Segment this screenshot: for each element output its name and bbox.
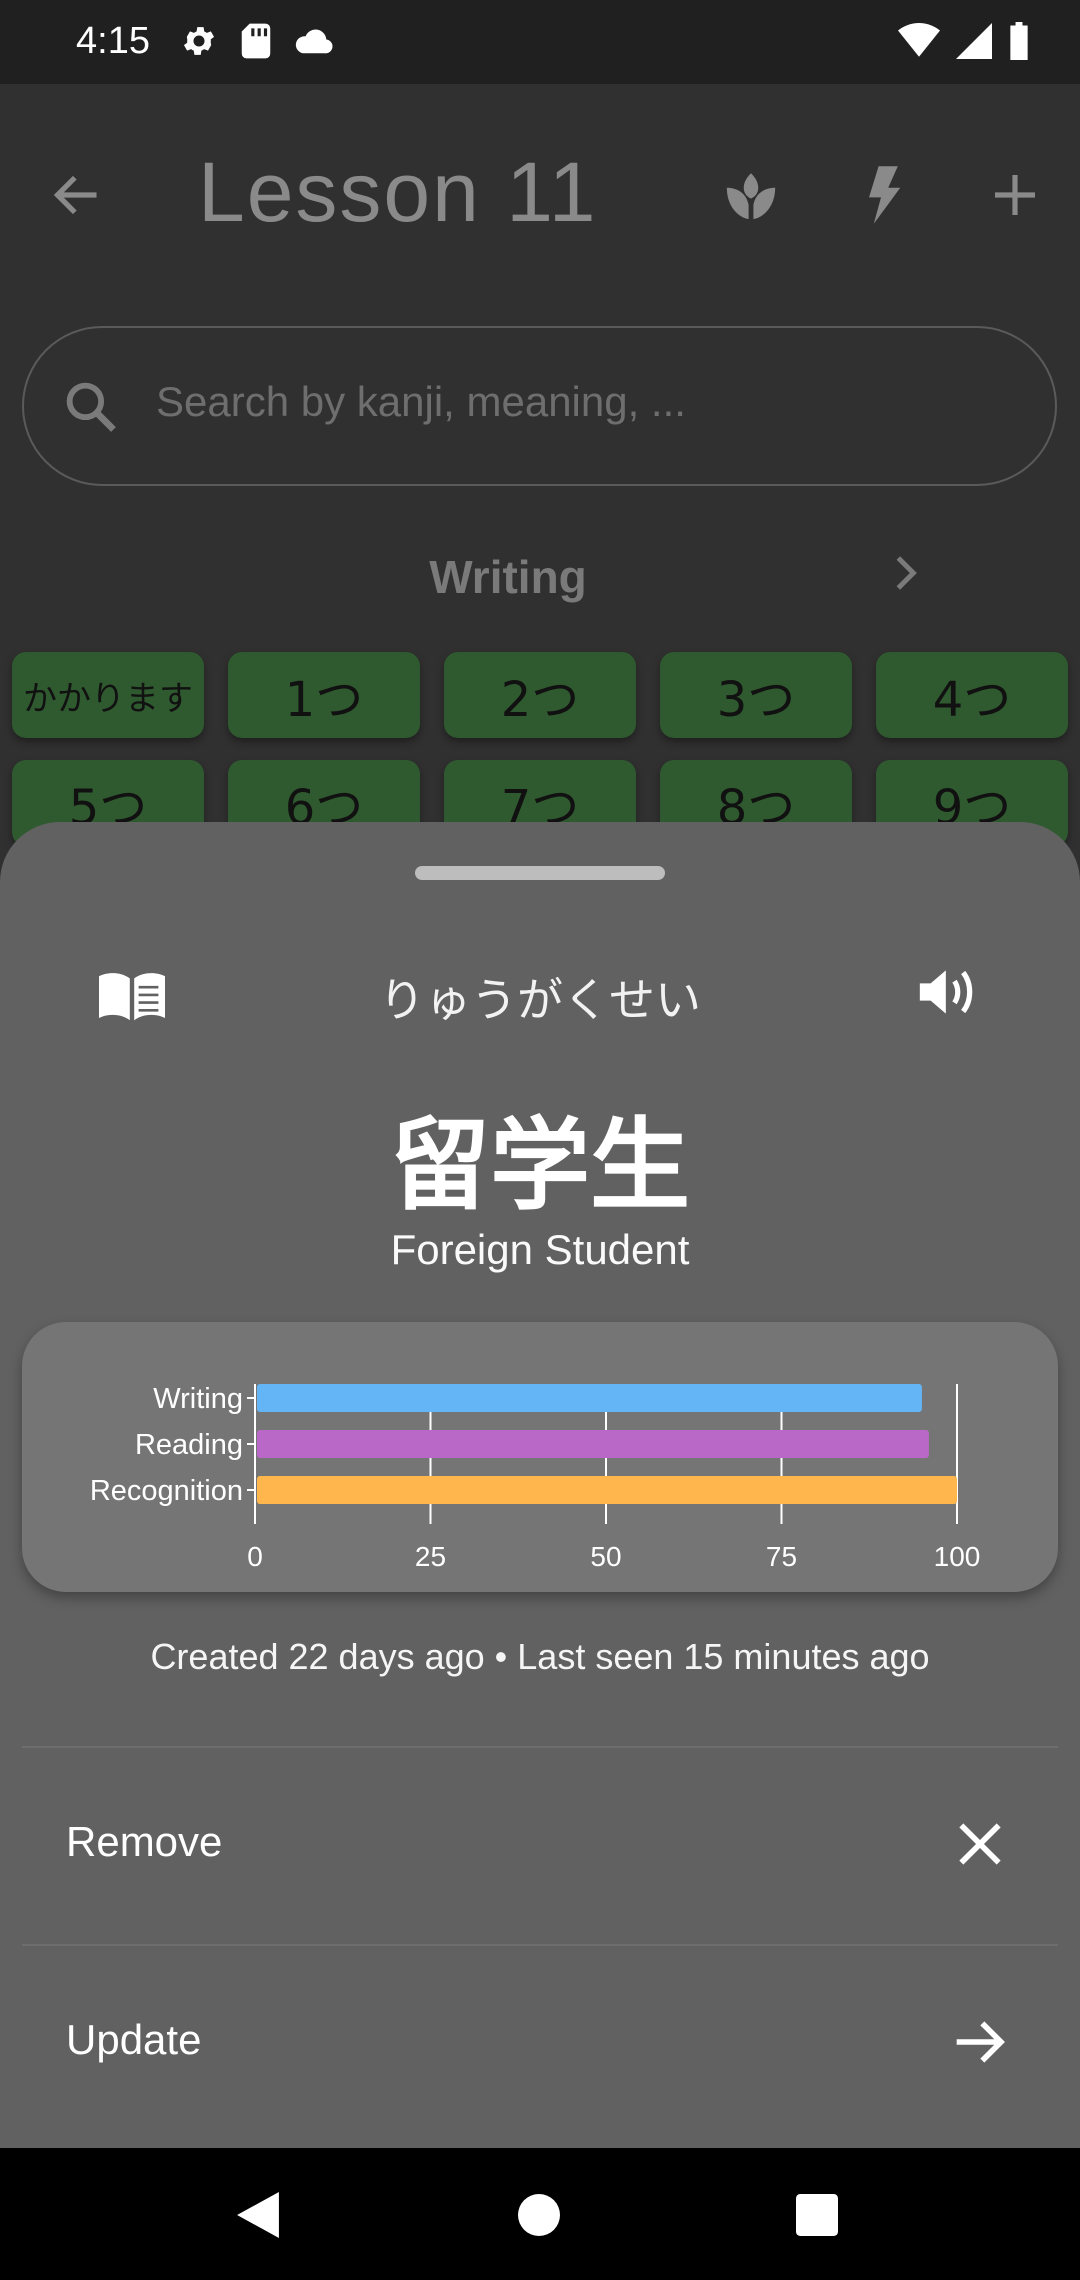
gear-icon [183, 27, 215, 55]
arrow-right-icon [956, 2021, 1005, 2063]
next-section-button[interactable] [880, 548, 930, 598]
play-audio-button[interactable] [912, 956, 984, 1028]
update-button[interactable]: Update [0, 1946, 1080, 2142]
app-bar: Lesson 11 [0, 84, 1080, 304]
bar-writing [257, 1384, 922, 1412]
x-tick-label: 25 [415, 1541, 446, 1572]
bar-reading [257, 1430, 929, 1458]
vocab-chip[interactable]: 4つ [876, 652, 1068, 738]
lightning-icon [869, 166, 901, 224]
vocab-chip[interactable]: 1つ [228, 652, 420, 738]
search-input[interactable]: Search by kanji, meaning, ... [22, 326, 1057, 486]
update-label: Update [66, 2016, 202, 2063]
status-time: 4:15 [76, 20, 150, 62]
kanji-word: 留学生 [390, 1107, 690, 1224]
search-placeholder: Search by kanji, meaning, ... [156, 378, 686, 425]
remove-button[interactable]: Remove [0, 1748, 1080, 1944]
vocab-chip[interactable]: 2つ [444, 652, 636, 738]
category-label: Recognition [90, 1475, 243, 1507]
back-button[interactable] [46, 164, 108, 226]
x-tick-label: 75 [766, 1541, 797, 1572]
cloud-icon [295, 29, 333, 54]
sd-card-icon [241, 23, 271, 59]
lightning-button[interactable] [846, 160, 916, 230]
nav-recents-icon[interactable] [796, 2194, 838, 2236]
chevron-right-icon [896, 556, 917, 590]
page-title: Lesson 11 [198, 145, 598, 239]
vocab-chip[interactable]: 3つ [660, 652, 852, 738]
progress-chart: 0 25 50 75 100 Writing Reading Recognition [90, 1383, 981, 1572]
system-nav-bar [0, 2148, 1080, 2280]
status-icons-right [898, 22, 1030, 60]
sprout-icon [726, 173, 776, 220]
x-tick-label: 0 [247, 1541, 263, 1572]
x-tick-label: 50 [590, 1541, 621, 1572]
plus-icon [995, 175, 1035, 215]
search-icon [66, 382, 116, 432]
status-bar: 4:15 [0, 0, 1080, 84]
wifi-icon [898, 23, 940, 57]
back-arrow-icon [53, 175, 97, 215]
vocab-chip[interactable]: かかります [12, 652, 204, 738]
vocab-detail-sheet: りゅうがくせい 留学生 Foreign Student 0 25 50 75 100 Wr… [0, 822, 1080, 2148]
section-title: Writing [429, 551, 587, 603]
drag-handle[interactable] [415, 866, 665, 880]
bar-recognition [257, 1476, 957, 1504]
close-icon [959, 1823, 1001, 1865]
x-tick-label: 100 [934, 1541, 981, 1572]
progress-chart-card: 0 25 50 75 100 Writing Reading Recognition [22, 1322, 1058, 1592]
timestamps: Created 22 days ago • Last seen 15 minut… [150, 1636, 930, 1677]
nav-back-icon[interactable] [236, 2192, 280, 2238]
nav-home-icon[interactable] [518, 2194, 560, 2236]
status-icons-left [180, 22, 334, 60]
category-label: Reading [135, 1429, 243, 1461]
sprout-button[interactable] [716, 160, 786, 230]
add-button[interactable] [980, 160, 1050, 230]
battery-icon [1010, 22, 1028, 60]
category-label: Writing [153, 1383, 243, 1415]
signal-icon [956, 23, 992, 59]
remove-label: Remove [66, 1818, 223, 1865]
speaker-icon [919, 970, 973, 1014]
section-header: Writing [0, 534, 1080, 614]
meaning: Foreign Student [390, 1226, 690, 1273]
